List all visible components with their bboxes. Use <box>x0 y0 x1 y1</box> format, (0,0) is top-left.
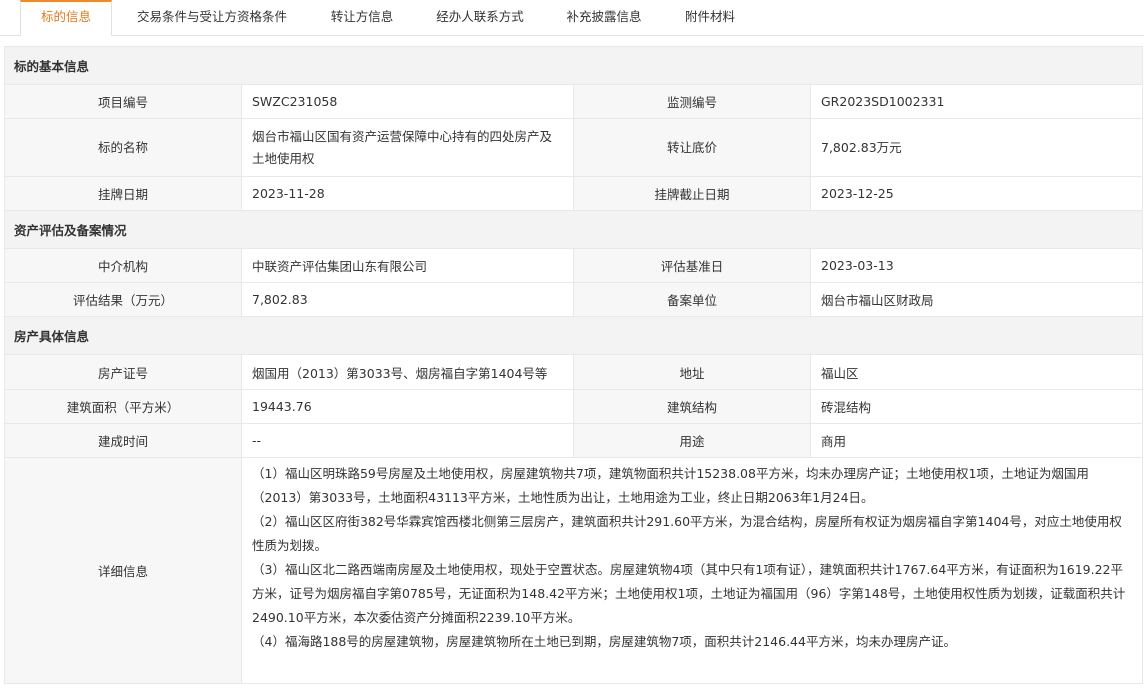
tab-attachments[interactable]: 附件材料 <box>664 0 756 35</box>
field-value: 7,802.83 <box>241 282 574 317</box>
table-row: 房产证号 烟国用（2013）第3033号、烟房福自字第1404号等 地址 福山区 <box>4 354 1144 390</box>
field-label: 详细信息 <box>4 457 242 684</box>
field-label: 挂牌日期 <box>4 176 242 211</box>
field-value: 商用 <box>809 423 1144 458</box>
table-row-detail: 详细信息 （1）福山区明珠路59号房屋及土地使用权，房屋建筑物共7项，建筑物面积… <box>4 457 1144 684</box>
section-title: 资产评估及备案情况 <box>3 210 1144 249</box>
detail-paragraph: （3）福山区北二路西端南房屋及土地使用权，现处于空置状态。房屋建筑物4项（其中只… <box>252 562 1126 625</box>
info-table: 标的基本信息 项目编号 SWZC231058 监测编号 GR2023SD1002… <box>3 46 1144 684</box>
field-label: 房产证号 <box>4 354 242 390</box>
field-value: 2023-11-28 <box>241 176 574 211</box>
section-basic-info: 标的基本信息 <box>3 46 1144 85</box>
field-label: 标的名称 <box>4 118 242 177</box>
field-value: 砖混结构 <box>809 389 1144 424</box>
section-title: 标的基本信息 <box>3 46 1144 85</box>
field-value: 烟台市福山区国有资产运营保障中心持有的四处房产及土地使用权 <box>241 118 574 177</box>
field-value: 烟国用（2013）第3033号、烟房福自字第1404号等 <box>241 354 574 390</box>
field-label: 建成时间 <box>4 423 242 458</box>
field-value: 2023-03-13 <box>809 248 1144 283</box>
field-label: 备案单位 <box>573 282 811 317</box>
field-label: 中介机构 <box>4 248 242 283</box>
field-label: 用途 <box>573 423 811 458</box>
field-value: 19443.76 <box>241 389 574 424</box>
table-row: 建筑面积（平方米） 19443.76 建筑结构 砖混结构 <box>4 389 1144 424</box>
table-row: 标的名称 烟台市福山区国有资产运营保障中心持有的四处房产及土地使用权 转让底价 … <box>4 118 1144 177</box>
field-label: 建筑结构 <box>573 389 811 424</box>
field-label: 评估结果（万元） <box>4 282 242 317</box>
field-label: 项目编号 <box>4 84 242 119</box>
tab-target-info[interactable]: 标的信息 <box>20 0 112 36</box>
tab-trade-conditions[interactable]: 交易条件与受让方资格条件 <box>116 0 308 35</box>
tab-transferor-info[interactable]: 转让方信息 <box>312 0 412 35</box>
detail-paragraph: （2）福山区区府街382号华霖宾馆西楼北侧第三层房产，建筑面积共计291.60平… <box>252 514 1122 553</box>
section-property: 房产具体信息 <box>3 316 1144 355</box>
field-value: 7,802.83万元 <box>809 118 1144 177</box>
field-value: 2023-12-25 <box>809 176 1144 211</box>
field-label: 转让底价 <box>573 118 811 177</box>
tab-contact[interactable]: 经办人联系方式 <box>416 0 544 35</box>
table-row: 评估结果（万元） 7,802.83 备案单位 烟台市福山区财政局 <box>4 282 1144 317</box>
field-value: 福山区 <box>809 354 1144 390</box>
detail-paragraph: （1）福山区明珠路59号房屋及土地使用权，房屋建筑物共7项，建筑物面积共计152… <box>252 466 1089 505</box>
section-title: 房产具体信息 <box>3 316 1144 355</box>
field-label: 地址 <box>573 354 811 390</box>
section-assessment: 资产评估及备案情况 <box>3 210 1144 249</box>
field-label: 监测编号 <box>573 84 811 119</box>
field-value: GR2023SD1002331 <box>809 84 1144 119</box>
field-label: 评估基准日 <box>573 248 811 283</box>
table-row: 项目编号 SWZC231058 监测编号 GR2023SD1002331 <box>4 84 1144 119</box>
field-value: 中联资产评估集团山东有限公司 <box>241 248 574 283</box>
field-value: 烟台市福山区财政局 <box>809 282 1144 317</box>
field-label: 挂牌截止日期 <box>573 176 811 211</box>
table-row: 建成时间 -- 用途 商用 <box>4 423 1144 458</box>
tab-bar: 标的信息 交易条件与受让方资格条件 转让方信息 经办人联系方式 补充披露信息 附… <box>0 0 1144 36</box>
table-row: 挂牌日期 2023-11-28 挂牌截止日期 2023-12-25 <box>4 176 1144 211</box>
tab-supplement[interactable]: 补充披露信息 <box>548 0 660 35</box>
field-value: -- <box>241 423 574 458</box>
field-label: 建筑面积（平方米） <box>4 389 242 424</box>
detail-paragraph: （4）福海路188号的房屋建筑物，房屋建筑物所在土地已到期，房屋建筑物7项，面积… <box>252 634 956 649</box>
field-value: SWZC231058 <box>241 84 574 119</box>
detail-info: （1）福山区明珠路59号房屋及土地使用权，房屋建筑物共7项，建筑物面积共计152… <box>240 457 1144 684</box>
table-row: 中介机构 中联资产评估集团山东有限公司 评估基准日 2023-03-13 <box>4 248 1144 283</box>
